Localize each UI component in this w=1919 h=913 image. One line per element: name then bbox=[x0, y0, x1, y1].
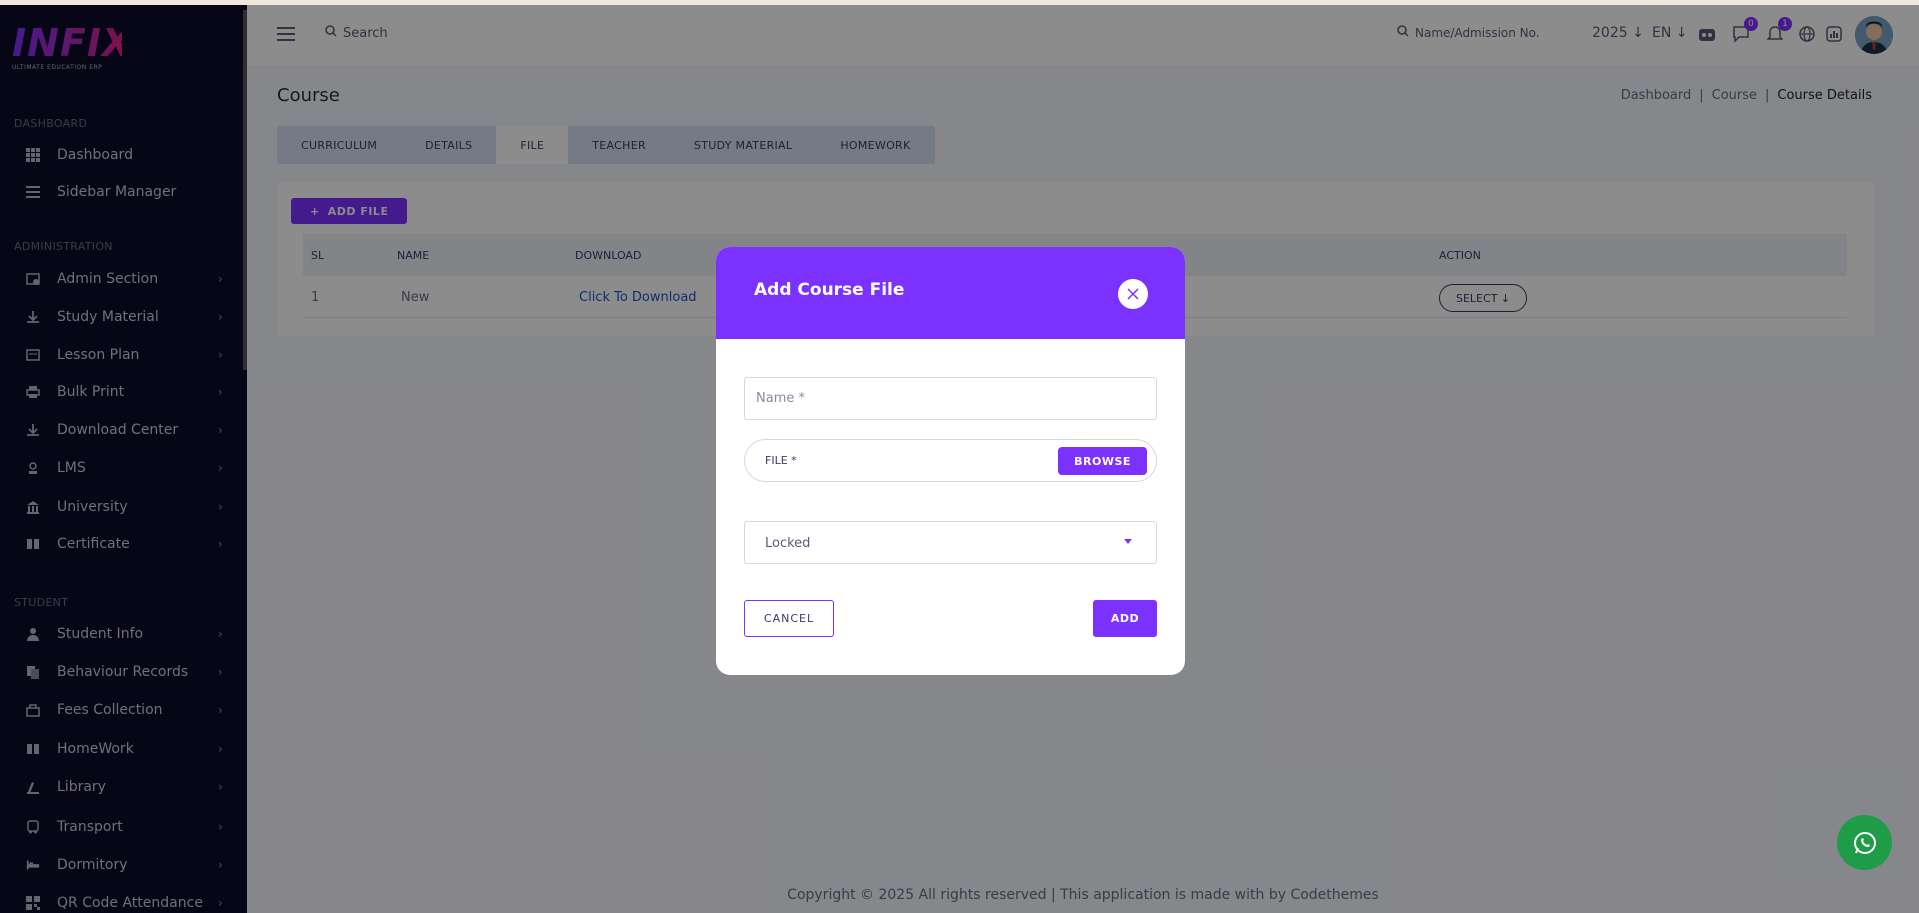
file-label: FILE * bbox=[765, 454, 797, 467]
name-input[interactable] bbox=[745, 378, 1156, 419]
caret-down-icon bbox=[1124, 539, 1132, 544]
lock-status-select[interactable]: Locked bbox=[744, 521, 1157, 564]
cancel-button[interactable]: CANCEL bbox=[744, 600, 834, 637]
modal-header: Add Course File bbox=[716, 247, 1185, 339]
add-button[interactable]: ADD bbox=[1093, 600, 1157, 637]
name-field[interactable] bbox=[744, 377, 1157, 420]
modal-title: Add Course File bbox=[754, 280, 905, 300]
browse-button[interactable]: BROWSE bbox=[1058, 447, 1147, 475]
whatsapp-icon[interactable] bbox=[1837, 815, 1892, 870]
add-course-file-modal: Add Course File FILE * BROWSE Locked CAN… bbox=[716, 247, 1185, 675]
file-field[interactable]: FILE * BROWSE bbox=[744, 439, 1157, 482]
select-value: Locked bbox=[765, 536, 811, 551]
close-icon[interactable] bbox=[1118, 279, 1148, 309]
